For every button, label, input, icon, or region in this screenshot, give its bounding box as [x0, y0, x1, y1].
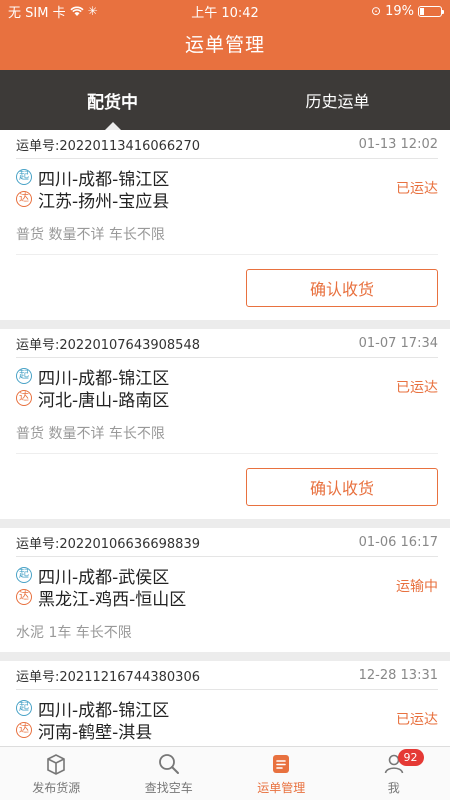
tab-history-label: 历史运单: [305, 92, 370, 111]
cargo-description: 普货 数量不详 车长不限: [16, 227, 165, 243]
order-list[interactable]: 运单号:20220113416066270 01-13 12:02 起四川-成都…: [0, 130, 450, 746]
order-number: 运单号:20220107643908548: [16, 337, 200, 353]
wifi-icon: [70, 6, 84, 16]
tab-dispatching[interactable]: 配货中: [0, 70, 225, 130]
page-title: 运单管理: [184, 34, 265, 56]
destination-badge-icon: 达: [16, 390, 32, 406]
loading-icon: ✳: [87, 4, 98, 18]
order-status: 已运达: [396, 380, 438, 396]
order-card[interactable]: 运单号:20211216744380306 12-28 13:31 起四川-成都…: [0, 661, 450, 746]
order-time: 01-07 17:34: [358, 335, 438, 351]
box-icon: [47, 754, 66, 775]
rotation-lock-icon: ⊙: [371, 4, 382, 18]
destination-location: 黑龙江-鸡西-恒山区: [38, 589, 187, 610]
order-status: 已运达: [396, 181, 438, 197]
status-bar: 无 SIM 卡 ✳ 上午 10:42 ⊙ 19%: [0, 0, 450, 22]
tab-order-management-label: 运单管理: [257, 781, 306, 795]
tab-publish-cargo[interactable]: 发布货源: [0, 747, 113, 800]
order-number: 运单号:20220106636698839: [16, 536, 200, 552]
order-time: 01-06 16:17: [358, 534, 438, 550]
cargo-description: 水泥 1车 车长不限: [16, 625, 132, 641]
order-card[interactable]: 运单号:20220106636698839 01-06 16:17 起四川-成都…: [0, 528, 450, 652]
order-status: 运输中: [396, 579, 438, 595]
destination-badge-icon: 达: [16, 191, 32, 207]
tab-me-label: 我: [387, 781, 400, 795]
destination-badge-icon: 达: [16, 589, 32, 605]
carrier-label: 无 SIM 卡: [8, 5, 66, 21]
confirm-receipt-button[interactable]: 确认收货: [246, 268, 438, 307]
cargo-description: 普货 数量不详 车长不限: [16, 426, 165, 442]
destination-location: 河南-鹤壁-淇县: [38, 722, 153, 743]
app-header: 无 SIM 卡 ✳ 上午 10:42 ⊙ 19% 运单管理: [0, 0, 450, 70]
destination-badge-icon: 达: [16, 722, 32, 738]
tab-bar-top: 配货中 历史运单: [0, 70, 450, 130]
order-time: 12-28 13:31: [358, 667, 438, 683]
tab-dispatching-label: 配货中: [87, 92, 138, 113]
order-status: 已运达: [396, 712, 438, 728]
order-card[interactable]: 运单号:20220113416066270 01-13 12:02 起四川-成都…: [0, 130, 450, 320]
tab-me[interactable]: 我 92: [338, 747, 450, 800]
order-time: 01-13 12:02: [358, 136, 438, 152]
tab-order-management[interactable]: 运单管理: [225, 747, 338, 800]
tab-find-truck[interactable]: 查找空车: [113, 747, 226, 800]
destination-location: 江苏-扬州-宝应县: [38, 191, 170, 212]
battery-percent: 19%: [385, 3, 414, 19]
battery-icon: [418, 5, 444, 17]
origin-badge-icon: 起: [16, 169, 32, 185]
origin-badge-icon: 起: [16, 567, 32, 583]
tab-history[interactable]: 历史运单: [225, 70, 450, 130]
confirm-receipt-button[interactable]: 确认收货: [246, 467, 438, 506]
origin-badge-icon: 起: [16, 368, 32, 384]
destination-location: 河北-唐山-路南区: [38, 390, 170, 411]
order-number: 运单号:20220113416066270: [16, 138, 200, 154]
notification-badge: 92: [397, 749, 424, 766]
tab-find-truck-label: 查找空车: [144, 781, 193, 795]
order-card[interactable]: 运单号:20220107643908548 01-07 17:34 起四川-成都…: [0, 329, 450, 519]
search-icon: [158, 754, 179, 774]
order-number: 运单号:20211216744380306: [16, 669, 200, 685]
tab-publish-cargo-label: 发布货源: [32, 781, 81, 795]
document-icon: [273, 755, 290, 773]
bottom-tab-bar: 发布货源 查找空车 运单管理 我 92: [0, 746, 450, 800]
origin-badge-icon: 起: [16, 700, 32, 716]
